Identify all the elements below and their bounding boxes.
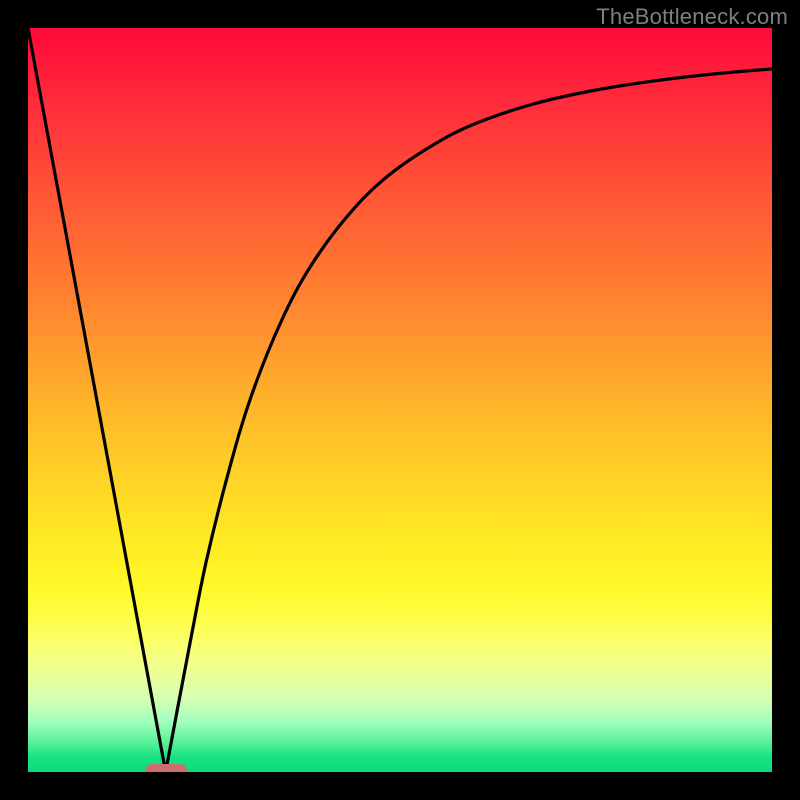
chart-frame: TheBottleneck.com xyxy=(0,0,800,800)
plot-area xyxy=(28,28,772,772)
bottleneck-curve xyxy=(28,28,772,772)
minimum-marker xyxy=(145,764,187,772)
watermark-text: TheBottleneck.com xyxy=(596,4,788,30)
